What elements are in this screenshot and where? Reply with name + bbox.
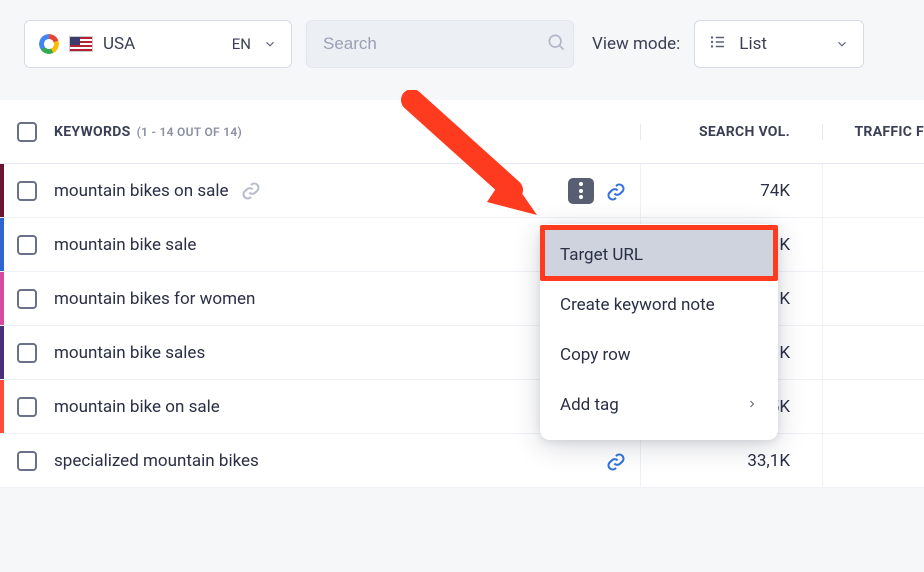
view-mode-label: View mode:: [592, 34, 680, 54]
table-header: KEYWORDS (1 - 14 OUT OF 14) SEARCH VOL. …: [0, 100, 924, 164]
row-stripe: [0, 434, 4, 487]
chevron-down-icon: [835, 37, 849, 51]
table-row[interactable]: mountain bike sale K: [0, 218, 924, 272]
row-stripe: [0, 164, 4, 217]
usa-flag-icon: [69, 36, 93, 52]
row-menu-button[interactable]: [568, 178, 594, 204]
table-row[interactable]: mountain bikes on sale 74K: [0, 164, 924, 218]
volume-cell: 33,1K: [640, 434, 822, 487]
row-stripe: [0, 380, 4, 433]
traffic-cell: [822, 218, 924, 271]
lang-code: EN: [232, 35, 251, 53]
view-mode-value: List: [739, 34, 767, 54]
row-stripe: [0, 218, 4, 271]
keywords-table: KEYWORDS (1 - 14 OUT OF 14) SEARCH VOL. …: [0, 100, 924, 488]
table-row[interactable]: specialized mountain bikes 33,1K: [0, 434, 924, 488]
table-row[interactable]: mountain bikes for women K: [0, 272, 924, 326]
chevron-right-icon: [746, 395, 758, 415]
row-checkbox[interactable]: [17, 397, 37, 417]
keyword-text: mountain bike sale: [54, 235, 196, 255]
row-link[interactable]: [606, 451, 626, 471]
row-checkbox[interactable]: [17, 451, 37, 471]
keyword-text: specialized mountain bikes: [54, 451, 259, 471]
table-row[interactable]: mountain bike sales K: [0, 326, 924, 380]
menu-copy-row[interactable]: Copy row: [540, 330, 778, 380]
topbar: USA EN View mode: List: [0, 0, 924, 88]
row-check-cell[interactable]: [0, 235, 54, 255]
row-context-menu: Target URL Create keyword note Copy row …: [540, 224, 778, 440]
row-check-cell[interactable]: [0, 289, 54, 309]
row-check-cell[interactable]: [0, 451, 54, 471]
row-check-cell[interactable]: [0, 343, 54, 363]
volume-cell: 74K: [640, 164, 822, 217]
menu-create-note[interactable]: Create keyword note: [540, 280, 778, 330]
menu-add-tag[interactable]: Add tag: [540, 380, 778, 430]
row-check-cell[interactable]: [0, 397, 54, 417]
table-row[interactable]: mountain bike on sale 49,5K: [0, 380, 924, 434]
row-checkbox[interactable]: [17, 181, 37, 201]
row-stripe: [0, 272, 4, 325]
row-checkbox[interactable]: [17, 343, 37, 363]
traffic-cell: [822, 164, 924, 217]
search-input-wrap[interactable]: [306, 20, 574, 68]
row-stripe: [0, 326, 4, 379]
traffic-cell: [822, 380, 924, 433]
keyword-text: mountain bike on sale: [54, 397, 220, 417]
google-icon: [39, 34, 59, 54]
list-icon: [709, 33, 727, 56]
link-icon: [241, 181, 261, 201]
chevron-down-icon: [263, 37, 277, 51]
keyword-text: mountain bike sales: [54, 343, 205, 363]
traffic-cell: [822, 326, 924, 379]
header-keywords: KEYWORDS: [54, 124, 131, 140]
select-all-cell[interactable]: [0, 122, 54, 142]
header-keywords-count: (1 - 14 OUT OF 14): [137, 125, 242, 139]
search-input[interactable]: [321, 33, 546, 55]
keyword-text: mountain bikes for women: [54, 289, 255, 309]
select-all-checkbox[interactable]: [17, 122, 37, 142]
country-select[interactable]: USA EN: [24, 20, 292, 68]
search-icon: [546, 32, 566, 57]
row-actions: [568, 178, 626, 204]
keyword-text: mountain bikes on sale: [54, 181, 229, 201]
row-checkbox[interactable]: [17, 289, 37, 309]
country-label: USA: [103, 34, 135, 54]
link-icon[interactable]: [606, 451, 626, 471]
traffic-cell: [822, 434, 924, 487]
header-volume[interactable]: SEARCH VOL.: [640, 124, 822, 140]
menu-target-url[interactable]: Target URL: [540, 230, 778, 280]
row-checkbox[interactable]: [17, 235, 37, 255]
view-mode-select[interactable]: List: [694, 20, 864, 68]
row-check-cell[interactable]: [0, 181, 54, 201]
header-traffic[interactable]: TRAFFIC F: [822, 124, 924, 140]
traffic-cell: [822, 272, 924, 325]
link-icon[interactable]: [606, 181, 626, 201]
